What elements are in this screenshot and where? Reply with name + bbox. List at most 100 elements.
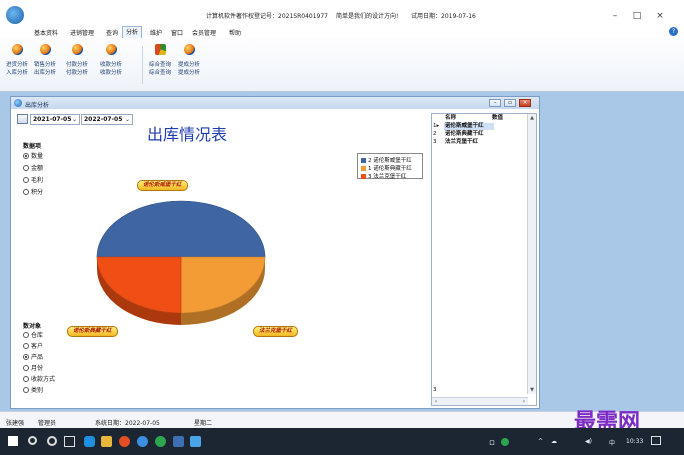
ribbon-label: 提成分析 [177, 62, 200, 68]
menu-maintenance[interactable]: 维护 [150, 28, 162, 37]
radio-label: 客户 [31, 343, 44, 350]
ribbon-label: 销售分析 [33, 62, 56, 68]
help-icon[interactable]: ? [669, 27, 678, 36]
radio-profit[interactable]: 毛利 [23, 175, 43, 184]
office-icon[interactable] [173, 436, 184, 447]
radio-points[interactable]: 积分 [23, 187, 43, 196]
ribbon-label: 收款分析 [99, 70, 122, 76]
radio-product[interactable]: 产品 [23, 352, 43, 361]
menu-help[interactable]: 帮助 [229, 28, 241, 37]
menu-purchase-sales[interactable]: 进销管理 [70, 28, 94, 37]
windows-start-icon[interactable] [8, 436, 18, 446]
table-row[interactable]: 1▸ 诺伦斯威堡干红 [432, 123, 528, 130]
radio-label: 收款方式 [31, 376, 56, 383]
radio-label: 积分 [31, 189, 44, 196]
ribbon-toolbar: 进货分析 入库分析 销售分析 出库分析 付款分析 付款分析 收款分析 收款分析 … [0, 38, 684, 92]
radio-dot [23, 189, 29, 195]
ribbon-label: 综合查询 [148, 62, 171, 68]
cortana-icon[interactable] [47, 436, 57, 446]
close-button[interactable]: × [653, 10, 667, 22]
radio-month[interactable]: 月份 [23, 363, 43, 372]
legend-swatch [361, 174, 366, 179]
menu-window[interactable]: 窗口 [171, 28, 183, 37]
app-logo-icon [6, 6, 24, 24]
status-login-date: 系统日期：2022-07-05 [95, 420, 160, 427]
sales-analysis-button[interactable]: 销售分析 出库分析 [32, 44, 58, 88]
clock[interactable]: 10:33 [626, 438, 643, 445]
task-view-icon[interactable] [64, 436, 75, 447]
status-role: 管理员 [38, 420, 57, 427]
scroll-left-icon[interactable]: ‹ [432, 398, 440, 406]
window-icon [14, 99, 22, 107]
minimize-button[interactable]: – [608, 10, 622, 22]
child-minimize-button[interactable]: – [489, 99, 501, 107]
running-app-icon[interactable] [190, 436, 201, 447]
table-row[interactable]: 2 诺伦斯典藏干红 [432, 131, 528, 138]
child-close-button[interactable]: × [519, 99, 531, 107]
data-grid[interactable]: 名称 数值 1▸ 诺伦斯威堡干红 2 诺伦斯典藏干红 3 法兰克堡干红 ▲ ▼ … [431, 113, 537, 406]
cell-name[interactable]: 诺伦斯典藏干红 [445, 131, 484, 138]
ime-indicator[interactable]: 中 [609, 438, 615, 447]
cell-name[interactable]: 诺伦斯威堡干红 [445, 123, 484, 130]
purchase-analysis-button[interactable]: 进货分析 入库分析 [4, 44, 30, 88]
scroll-down-icon[interactable]: ▼ [528, 386, 536, 394]
radio-amount[interactable]: 金额 [23, 163, 43, 172]
legend-item: 2 诺伦斯威堡干红 [361, 156, 412, 164]
maximize-button[interactable]: □ [630, 10, 644, 22]
tray-text: ロ [489, 440, 496, 447]
tray-app-icon[interactable] [501, 438, 509, 446]
receipt-analysis-button[interactable]: 收款分析 收款分析 [98, 44, 124, 88]
pie-slice-1[interactable] [180, 256, 266, 314]
child-restore-button[interactable]: ▫ [504, 99, 516, 107]
volume-icon[interactable]: ◀) [585, 438, 592, 445]
radio-warehouse[interactable]: 仓库 [23, 330, 43, 339]
column-header-value[interactable]: 数值 [492, 115, 503, 122]
chat-icon[interactable] [155, 436, 166, 447]
data-item-group-label: 数据项 [23, 143, 42, 150]
scroll-up-icon[interactable]: ▲ [528, 114, 536, 122]
ribbon-label: 收款分析 [99, 62, 122, 68]
menu-query[interactable]: 查询 [106, 28, 118, 37]
table-row[interactable]: 3 法兰克堡干红 [432, 139, 528, 146]
horizontal-scrollbar[interactable]: ‹ › [432, 397, 528, 405]
menu-analysis[interactable]: 分析 [122, 26, 143, 38]
outbound-analysis-window: 出库分析 – ▫ × 2021-07-05 ⌄ 2022-07-05 ⌄ 出库情… [10, 96, 540, 409]
object-group-label: 数对象 [23, 323, 42, 330]
commission-analysis-button[interactable]: 提成分析 提成分析 [176, 44, 202, 88]
row-number: 1▸ [433, 123, 440, 129]
legend-swatch [361, 166, 366, 171]
title-company: 简单是我们的设计方向! [336, 13, 399, 20]
file-explorer-icon[interactable] [101, 436, 112, 447]
cell-name[interactable]: 法兰克堡干红 [445, 139, 478, 146]
tray-expand-icon[interactable]: ^ [538, 438, 543, 445]
radio-customer[interactable]: 客户 [23, 341, 43, 350]
radio-quantity[interactable]: 数量 [23, 151, 43, 160]
date-from-picker[interactable]: 2021-07-05 ⌄ [30, 114, 80, 125]
combined-query-button[interactable]: 综合查询 综合查询 [147, 44, 173, 88]
app-icon[interactable] [119, 436, 130, 447]
cloud-icon[interactable]: ☁ [551, 438, 557, 445]
notification-icon[interactable] [651, 436, 661, 445]
radio-label: 类别 [31, 387, 44, 394]
browser-icon[interactable] [84, 436, 95, 447]
legend-index: 3 [368, 174, 372, 180]
child-title: 出库分析 [25, 102, 50, 109]
column-header-name[interactable]: 名称 [445, 115, 456, 122]
menu-member[interactable]: 会员管理 [192, 28, 216, 37]
vertical-scrollbar[interactable]: ▲ ▼ [527, 114, 536, 394]
payment-analysis-button[interactable]: 付款分析 付款分析 [64, 44, 90, 88]
title-trial-date: 试用日期：2019-07-16 [411, 13, 476, 20]
edge-icon[interactable] [137, 436, 148, 447]
calendar-icon[interactable] [17, 114, 28, 124]
date-to-picker[interactable]: 2022-07-05 ⌄ [81, 114, 133, 125]
search-icon[interactable] [28, 436, 37, 445]
radio-payment-method[interactable]: 收款方式 [23, 374, 55, 383]
menu-basic-data[interactable]: 基本资料 [34, 28, 58, 37]
pie-slice-2[interactable] [96, 200, 266, 258]
scroll-right-icon[interactable]: › [520, 398, 528, 406]
chart-title: 出库情况表 [147, 125, 228, 144]
pie-slice-3[interactable] [96, 256, 182, 314]
ribbon-label: 付款分析 [65, 62, 88, 68]
date-to-value: 2022-07-05 [84, 116, 123, 123]
radio-category[interactable]: 类别 [23, 385, 43, 394]
